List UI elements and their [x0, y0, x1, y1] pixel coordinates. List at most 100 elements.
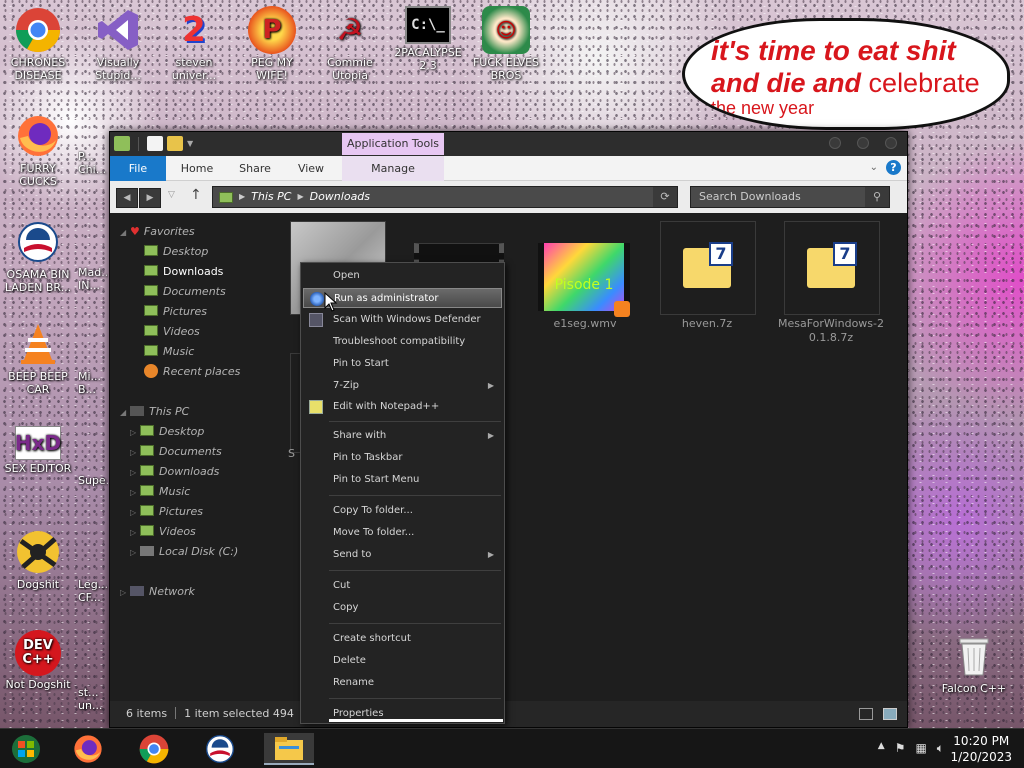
breadcrumb-this-pc[interactable]: This PC	[251, 187, 291, 207]
desktop-icon-steven[interactable]: 2 steven univer...	[156, 6, 232, 83]
collapse-arrow-icon[interactable]: ▷	[130, 484, 140, 502]
desktop-icon-recycle-bin[interactable]: Falcon C++	[936, 632, 1012, 695]
nav-pc-pictures[interactable]: ▷ Pictures	[130, 503, 203, 521]
menu-item-move-to-folder[interactable]: Move To folder...	[303, 523, 502, 543]
nav-pc-videos[interactable]: ▷ Videos	[130, 523, 196, 541]
nav-pc-music[interactable]: ▷ Music	[130, 483, 190, 501]
tab-home[interactable]: Home	[172, 156, 222, 181]
collapse-arrow-icon[interactable]: ▷	[120, 584, 130, 602]
back-button[interactable]: ◀	[116, 188, 138, 208]
network-icon[interactable]: ▦	[915, 741, 926, 756]
nav-fav-pictures[interactable]: Pictures	[144, 303, 207, 321]
menu-item-delete[interactable]: Delete	[303, 651, 502, 671]
obama-logo-icon[interactable]	[198, 733, 242, 765]
menu-item-troubleshoot[interactable]: Troubleshoot compatibility	[303, 332, 502, 352]
volume-icon[interactable]: 🔈︎	[937, 741, 944, 756]
nav-pc-documents[interactable]: ▷ Documents	[130, 443, 222, 461]
breadcrumb-downloads[interactable]: Downloads	[310, 187, 370, 207]
tray-expand-icon[interactable]: ▲	[878, 741, 885, 756]
maximize-button[interactable]	[857, 137, 869, 149]
file-tile-heven[interactable]: 7	[660, 221, 756, 315]
nav-pc-desktop[interactable]: ▷ Desktop	[130, 423, 204, 441]
forward-button[interactable]: ▶	[139, 188, 161, 208]
nav-fav-music[interactable]: Music	[144, 343, 194, 361]
desktop-icon-hxd[interactable]: HxD SEX EDITOR	[0, 426, 76, 475]
menu-item-open[interactable]: Open	[303, 266, 502, 286]
large-icons-view-icon[interactable]	[883, 708, 897, 720]
menu-item-pin-to-start[interactable]: Pin to Start	[303, 354, 502, 374]
nav-this-pc[interactable]: ◢ This PC	[120, 403, 189, 421]
flag-icon[interactable]: ⚑	[895, 741, 906, 756]
nav-pc-local-disk[interactable]: ▷ Local Disk (C:)	[130, 543, 238, 561]
expand-ribbon-icon[interactable]: ⌄	[870, 162, 878, 173]
expand-arrow-icon[interactable]: ◢	[120, 224, 130, 242]
desktop-icon-commie[interactable]: ☭ Commie Utopia	[312, 6, 388, 82]
collapse-arrow-icon[interactable]: ▷	[130, 424, 140, 442]
file-tile-mesa[interactable]: 7	[784, 221, 880, 315]
desktop-icon-dogshit[interactable]: Dogshit	[0, 528, 76, 591]
desktop-icon-devcpp[interactable]: DEV C++ Not Dogshit	[0, 630, 76, 691]
menu-item-edit-notepad[interactable]: Edit with Notepad++	[303, 397, 502, 417]
desktop-icon-firefox[interactable]: FURRY CUCKS	[0, 112, 76, 188]
desktop-icon-2pacalypse[interactable]: C:\_ 2PACALYPSE 2.3	[390, 6, 466, 72]
details-view-icon[interactable]	[859, 708, 873, 720]
desktop-icon-osama[interactable]: OSAMA BIN LADEN BR...	[0, 218, 76, 294]
chevron-down-icon[interactable]: ▼	[187, 139, 193, 148]
nav-fav-videos[interactable]: Videos	[144, 323, 200, 341]
address-field[interactable]: ▶ This PC ▶ Downloads ⟳	[212, 186, 678, 208]
collapse-arrow-icon[interactable]: ▷	[130, 524, 140, 542]
desktop-icon-partial[interactable]: Mad... IN...	[78, 266, 108, 292]
desktop-icon-partial[interactable]: P... Chi...	[78, 150, 108, 176]
firefox-icon[interactable]	[66, 733, 110, 765]
nav-fav-downloads[interactable]: Downloads	[144, 263, 223, 281]
start-orb-icon[interactable]	[4, 733, 48, 765]
close-button[interactable]	[885, 137, 897, 149]
minimize-button[interactable]	[829, 137, 841, 149]
refresh-icon[interactable]: ⟳	[653, 187, 677, 207]
menu-item-pin-taskbar[interactable]: Pin to Taskbar	[303, 448, 502, 468]
desktop-icon-chrome[interactable]: CHRONES DISEASE	[0, 6, 76, 82]
collapse-arrow-icon[interactable]: ▷	[130, 544, 140, 562]
tab-manage[interactable]: Manage	[342, 156, 444, 181]
menu-item-cut[interactable]: Cut	[303, 576, 502, 596]
chrome-icon[interactable]	[132, 733, 176, 765]
file-explorer-icon[interactable]	[264, 733, 314, 765]
menu-item-7zip[interactable]: 7-Zip ▶	[303, 376, 502, 396]
menu-item-send-to[interactable]: Send to ▶	[303, 545, 502, 565]
menu-item-create-shortcut[interactable]: Create shortcut	[303, 629, 502, 649]
desktop-icon-partial[interactable]: Leg... CF...	[78, 578, 108, 604]
desktop-icon-partial[interactable]: Mi... B...	[78, 370, 108, 396]
desktop-icon-partial[interactable]: st... un...	[78, 686, 108, 712]
help-icon[interactable]: ?	[886, 160, 901, 175]
tab-view[interactable]: View	[286, 156, 336, 181]
desktop-icon-visual-studio[interactable]: Visually Stupid...	[80, 6, 156, 82]
nav-pc-downloads[interactable]: ▷ Downloads	[130, 463, 219, 481]
file-tile-e1seg[interactable]: Pisode 1	[538, 221, 634, 317]
collapse-arrow-icon[interactable]: ▷	[130, 464, 140, 482]
desktop-icon-partial[interactable]: Supe...	[78, 474, 108, 487]
search-input[interactable]: Search Downloads ⚲	[690, 186, 890, 208]
menu-item-copy[interactable]: Copy	[303, 598, 502, 618]
clock[interactable]: 10:20 PM 1/20/2023	[950, 733, 1012, 765]
recent-locations-icon[interactable]: ▽	[168, 190, 175, 200]
new-folder-icon[interactable]	[167, 136, 183, 151]
nav-fav-recent[interactable]: Recent places	[144, 363, 240, 381]
menu-item-pin-start-menu[interactable]: Pin to Start Menu	[303, 470, 502, 490]
menu-item-rename[interactable]: Rename	[303, 673, 502, 693]
collapse-arrow-icon[interactable]: ▷	[130, 444, 140, 462]
search-icon[interactable]: ⚲	[865, 187, 889, 207]
menu-item-scan-defender[interactable]: Scan With Windows Defender	[303, 310, 502, 330]
menu-item-share-with[interactable]: Share with ▶	[303, 426, 502, 446]
properties-icon[interactable]	[147, 136, 163, 151]
nav-fav-documents[interactable]: Documents	[144, 283, 226, 301]
tab-share[interactable]: Share	[230, 156, 280, 181]
tab-file[interactable]: File	[110, 156, 166, 181]
up-arrow-icon[interactable]: ↑	[190, 187, 202, 203]
desktop-icon-peggle[interactable]: P PEG MY WIFE!	[234, 6, 310, 82]
menu-item-copy-to-folder[interactable]: Copy To folder...	[303, 501, 502, 521]
collapse-arrow-icon[interactable]: ▷	[130, 504, 140, 522]
nav-fav-desktop[interactable]: Desktop	[144, 243, 208, 261]
nav-network[interactable]: ▷ Network	[120, 583, 195, 601]
desktop-icon-vlc[interactable]: BEEP BEEP CAR	[0, 320, 76, 396]
desktop-icon-elves[interactable]: ☺ FUCK ELVES BROS	[468, 6, 544, 82]
